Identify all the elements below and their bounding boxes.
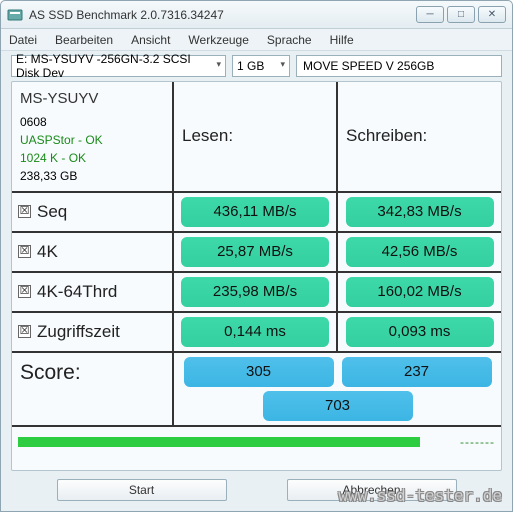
k4-checkbox[interactable]: ☒ [18, 245, 31, 258]
score-row: Score: 305 237 703 [12, 353, 501, 427]
toolbar: E: MS-YSUYV -256GN-3.2 SCSI Disk Dev 1 G… [1, 51, 512, 81]
row-4k64: ☒4K-64Thrd 235,98 MB/s 160,02 MB/s [12, 273, 501, 313]
seq-write: 342,83 MB/s [346, 197, 494, 227]
k4-write: 42,56 MB/s [346, 237, 494, 267]
seq-read: 436,11 MB/s [181, 197, 329, 227]
info-capacity: 238,33 GB [20, 167, 164, 185]
k4-read: 25,87 MB/s [181, 237, 329, 267]
action-buttons: Start Abbrechen [1, 479, 512, 501]
menu-view[interactable]: Ansicht [131, 33, 170, 47]
score-write: 237 [342, 357, 492, 387]
header-write: Schreiben: [338, 82, 501, 191]
info-firmware: 0608 [20, 113, 164, 131]
row-4k: ☒4K 25,87 MB/s 42,56 MB/s [12, 233, 501, 273]
row-4k-label: ☒4K [12, 233, 174, 271]
acc-checkbox[interactable]: ☒ [18, 325, 31, 338]
minimize-button[interactable]: ─ [416, 6, 444, 23]
k4t-write: 160,02 MB/s [346, 277, 494, 307]
acc-write: 0,093 ms [346, 317, 494, 347]
window-controls: ─ □ ✕ [416, 6, 506, 23]
score-total: 703 [263, 391, 413, 421]
k4t-read: 235,98 MB/s [181, 277, 329, 307]
app-icon [7, 7, 23, 23]
info-driver: UASPStor - OK [20, 131, 164, 149]
abort-button[interactable]: Abbrechen [287, 479, 457, 501]
progress-fill [18, 437, 420, 447]
row-4k64-label: ☒4K-64Thrd [12, 273, 174, 311]
maximize-button[interactable]: □ [447, 6, 475, 23]
score-values: 305 237 703 [174, 353, 501, 425]
row-seq: ☒Seq 436,11 MB/s 342,83 MB/s [12, 193, 501, 233]
start-button[interactable]: Start [57, 479, 227, 501]
device-name-field[interactable]: MOVE SPEED V 256GB [296, 55, 502, 77]
menu-help[interactable]: Hilfe [330, 33, 354, 47]
menu-language[interactable]: Sprache [267, 33, 312, 47]
device-dropdown[interactable]: E: MS-YSUYV -256GN-3.2 SCSI Disk Dev [11, 55, 226, 77]
k4t-checkbox[interactable]: ☒ [18, 285, 31, 298]
progress-bar: ------- [18, 435, 495, 449]
row-access: ☒Zugriffszeit 0,144 ms 0,093 ms [12, 313, 501, 353]
titlebar: AS SSD Benchmark 2.0.7316.34247 ─ □ ✕ [1, 1, 512, 29]
score-read: 305 [184, 357, 334, 387]
row-access-label: ☒Zugriffszeit [12, 313, 174, 351]
acc-read: 0,144 ms [181, 317, 329, 347]
row-seq-label: ☒Seq [12, 193, 174, 231]
app-window: AS SSD Benchmark 2.0.7316.34247 ─ □ ✕ Da… [0, 0, 513, 512]
seq-checkbox[interactable]: ☒ [18, 205, 31, 218]
score-label: Score: [12, 353, 174, 425]
results-panel: MS-YSUYV 0608 UASPStor - OK 1024 K - OK … [11, 81, 502, 471]
menu-tools[interactable]: Werkzeuge [188, 33, 248, 47]
window-title: AS SSD Benchmark 2.0.7316.34247 [29, 8, 416, 22]
menubar: Datei Bearbeiten Ansicht Werkzeuge Sprac… [1, 29, 512, 51]
header-row: MS-YSUYV 0608 UASPStor - OK 1024 K - OK … [12, 82, 501, 193]
info-model: MS-YSUYV [20, 88, 164, 111]
info-alignment: 1024 K - OK [20, 149, 164, 167]
menu-file[interactable]: Datei [9, 33, 37, 47]
size-dropdown[interactable]: 1 GB [232, 55, 290, 77]
progress-ticks: ------- [460, 435, 495, 449]
header-read: Lesen: [174, 82, 338, 191]
device-info: MS-YSUYV 0608 UASPStor - OK 1024 K - OK … [12, 82, 174, 191]
menu-edit[interactable]: Bearbeiten [55, 33, 113, 47]
close-button[interactable]: ✕ [478, 6, 506, 23]
